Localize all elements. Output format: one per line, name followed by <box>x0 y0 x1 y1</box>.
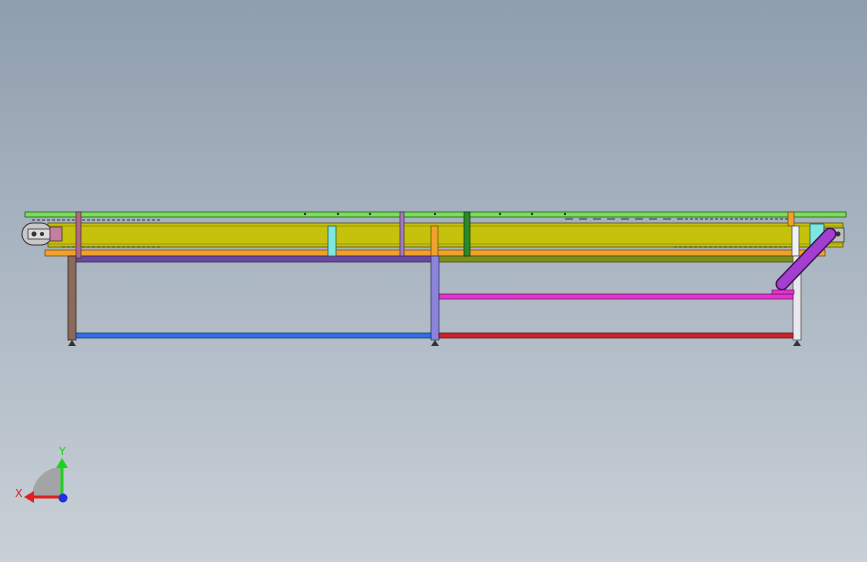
purple-beam <box>69 255 435 263</box>
right-orange-post <box>787 211 795 227</box>
blue-rail <box>75 332 432 339</box>
chain-upper <box>32 218 790 221</box>
left-top-post <box>75 211 82 259</box>
coordinate-triad[interactable]: Y X <box>15 445 68 503</box>
olive-beam <box>433 255 795 263</box>
z-axis-dot <box>58 493 68 503</box>
conveyor-body <box>47 222 844 248</box>
triad-quadrant <box>32 467 62 497</box>
model-drawing: Y X <box>15 211 847 503</box>
x-axis-arrow <box>24 491 34 503</box>
orange-post <box>430 225 439 257</box>
cyan-block <box>327 225 337 257</box>
magenta-rail <box>438 293 794 300</box>
y-axis-arrow <box>56 458 68 468</box>
y-axis-label: Y <box>58 445 66 458</box>
red-rail <box>438 332 794 339</box>
left-leg <box>67 255 77 341</box>
cad-viewport[interactable]: Y X <box>0 0 867 562</box>
right-white-post <box>791 225 800 257</box>
feet <box>68 340 801 346</box>
conveyor-assembly[interactable] <box>21 211 847 346</box>
mid-top-post <box>399 211 405 257</box>
x-axis-label: X <box>15 487 23 500</box>
middle-leg <box>430 255 440 341</box>
green-post <box>463 211 471 257</box>
